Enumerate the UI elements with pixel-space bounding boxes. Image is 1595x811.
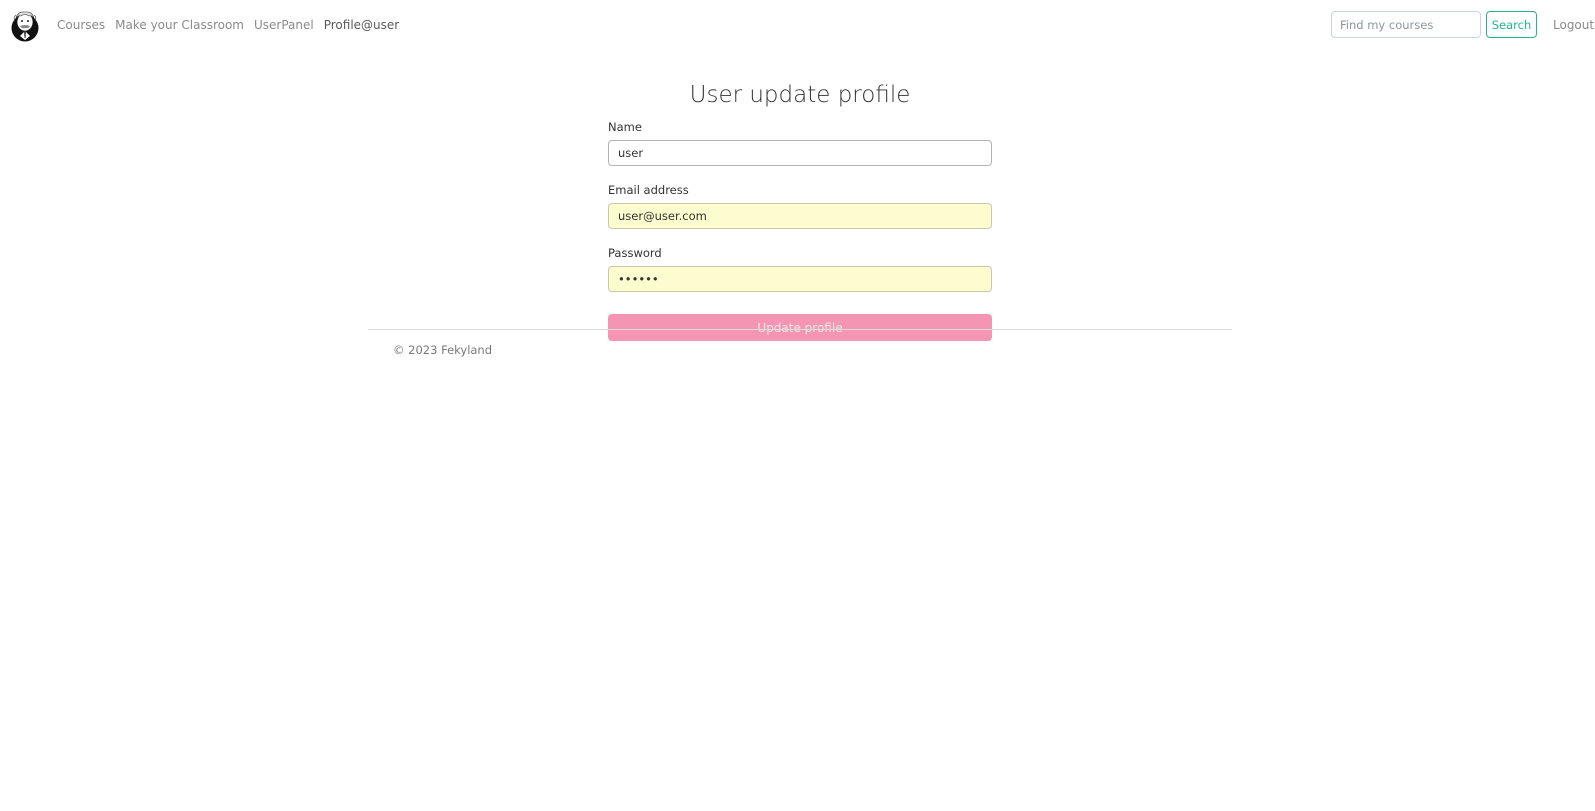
password-group: Password <box>608 245 992 303</box>
nav-link-make-classroom[interactable]: Make your Classroom <box>115 17 244 33</box>
nav-link-userpanel[interactable]: UserPanel <box>254 17 314 33</box>
email-group: Email address <box>608 182 992 240</box>
profile-update-form: User update profile Name Email address P… <box>608 76 992 341</box>
update-profile-button[interactable]: Update profile <box>608 314 992 341</box>
footer-divider <box>368 329 1232 330</box>
logout-link[interactable]: Logout <box>1553 17 1594 33</box>
name-group: Name <box>608 119 992 177</box>
name-label: Name <box>608 120 642 134</box>
nav-link-courses[interactable]: Courses <box>57 17 105 33</box>
site-logo-link[interactable] <box>10 9 40 42</box>
search-button[interactable]: Search <box>1486 11 1537 38</box>
nav-links: Courses Make your Classroom UserPanel Pr… <box>57 17 409 33</box>
name-input[interactable] <box>608 140 992 166</box>
portrait-logo-icon <box>11 11 39 42</box>
email-input[interactable] <box>608 203 992 229</box>
course-search-input[interactable] <box>1331 11 1481 38</box>
email-label: Email address <box>608 183 689 197</box>
nav-link-profile[interactable]: Profile@user <box>324 17 400 33</box>
password-input[interactable] <box>608 266 992 292</box>
password-label: Password <box>608 246 662 260</box>
top-navbar: Courses Make your Classroom UserPanel Pr… <box>0 0 1595 50</box>
footer-copyright: © 2023 Fekyland <box>393 343 493 357</box>
page-title: User update profile <box>689 82 911 108</box>
